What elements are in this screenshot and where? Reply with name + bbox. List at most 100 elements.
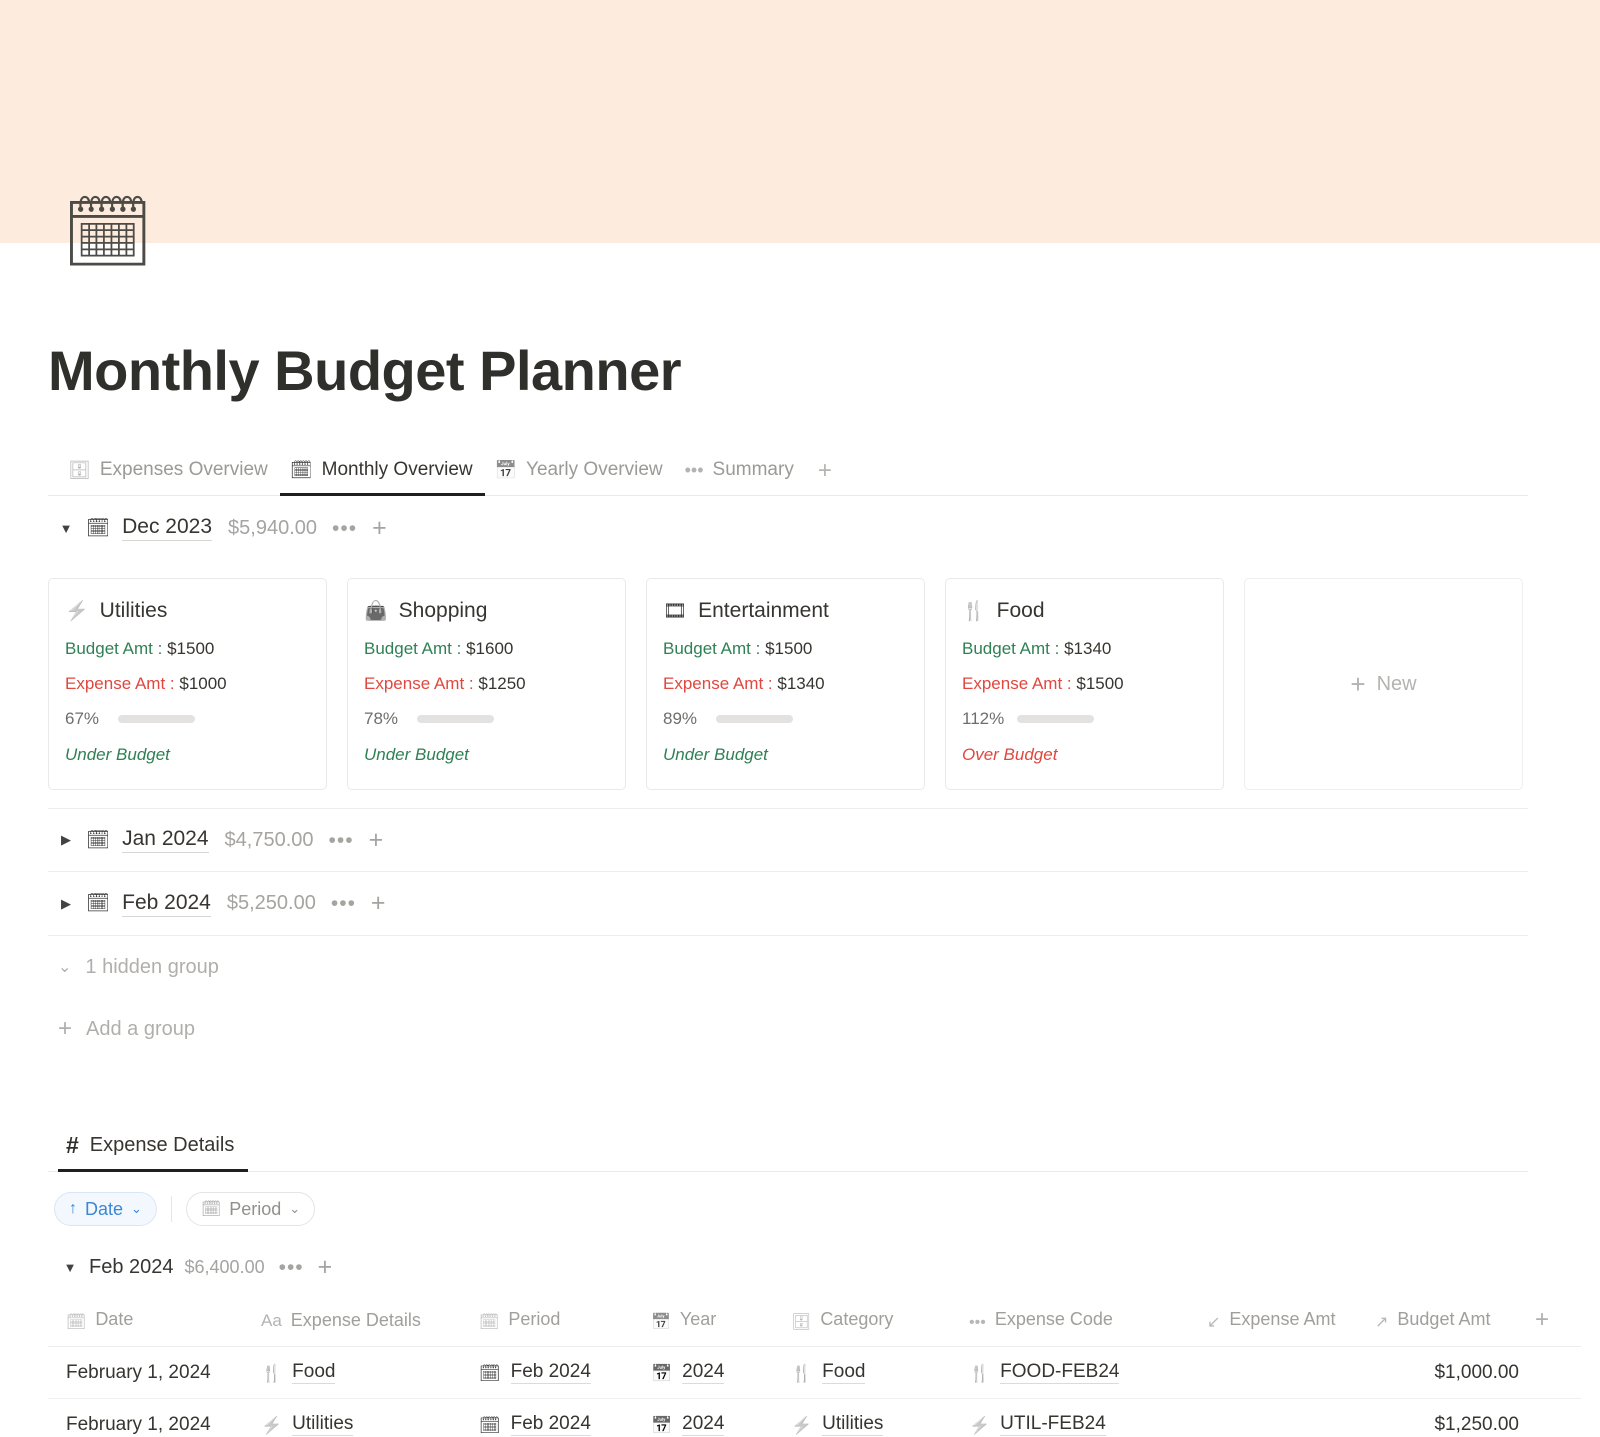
cell-expense-details[interactable]: 🍴 Food (253, 1346, 471, 1400)
view-tabs: 🗄 Expenses Overview 🗓 Monthly Overview 📅… (48, 453, 1528, 497)
film-frames-icon: 🎞 (663, 600, 688, 622)
card-progress: 78% (364, 709, 609, 729)
add-group-button[interactable]: + Add a group (48, 998, 1528, 1060)
tab-expense-details[interactable]: # Expense Details (58, 1128, 249, 1173)
group-name[interactable]: Dec 2023 (122, 515, 213, 542)
tab-summary[interactable]: ••• Summary (675, 453, 806, 496)
column-header-budget-amt[interactable]: ↗ Budget Amt (1367, 1296, 1527, 1348)
group-add-icon[interactable]: + (318, 1254, 333, 1280)
ellipsis-icon: ••• (969, 1313, 986, 1331)
collapse-triangle-icon[interactable]: ▼ (58, 521, 74, 536)
cell-year[interactable]: 📅 2024 (643, 1346, 783, 1400)
column-header-expense-amt[interactable]: ↙ Expense Amt (1199, 1296, 1367, 1348)
cell-year[interactable]: 📅 2024 (643, 1398, 783, 1437)
cell-expense-details[interactable]: ⚡ Utilities (253, 1398, 471, 1437)
expense-label: Expense Amt : (65, 674, 175, 694)
fork-knife-icon: 🍴 (261, 1364, 283, 1384)
column-header-category[interactable]: 🗄 Category (783, 1296, 961, 1348)
group-name[interactable]: Feb 2024 (122, 891, 211, 917)
card-title-label: Food (996, 599, 1045, 623)
chip-group-period[interactable]: 🗓 Period ⌄ (185, 1192, 316, 1227)
page-cover (0, 0, 1600, 243)
board-group-header-jan-2024[interactable]: ▶ 🗓 Jan 2024 $4,750.00 ••• + (48, 808, 1528, 873)
chip-label: Date (85, 1198, 124, 1219)
card-budget-line: Budget Amt : $1340 (962, 639, 1207, 659)
status-badge: Under Budget (663, 745, 768, 765)
cell-period[interactable]: 🗓 Feb 2024 (471, 1346, 643, 1400)
progress-track (118, 715, 195, 724)
calendar-grid-icon: 🗓 (289, 460, 313, 481)
group-more-icon[interactable]: ••• (329, 518, 360, 539)
expense-label: Expense Amt : (962, 674, 1072, 694)
group-add-icon[interactable]: + (372, 515, 387, 541)
budget-value: $1600 (466, 639, 514, 659)
calendar-grid-icon: 🗓 (200, 1201, 222, 1219)
expense-label: Expense Amt : (663, 674, 773, 694)
table-row[interactable]: February 1, 2024 ⚡ Utilities 🗓 Feb 2024 📅 2… (48, 1398, 1581, 1437)
expense-label: Expense Amt : (364, 674, 474, 694)
card-title-label: Utilities (99, 599, 168, 623)
list-rows-icon: 🗄 (791, 1313, 812, 1331)
chip-divider (170, 1196, 172, 1223)
board-group-header-dec-2023[interactable]: ▼ 🗓 Dec 2023 $5,940.00 ••• + (48, 496, 1528, 560)
chip-sort-date[interactable]: ↑ Date ⌄ (54, 1192, 157, 1227)
cell-expense-code[interactable]: ⚡ UTIL-FEB24 (961, 1398, 1199, 1437)
board-group-header-feb-2024[interactable]: ▶ 🗓 Feb 2024 $5,250.00 ••• + (48, 872, 1528, 937)
progress-label: 67% (65, 709, 100, 729)
calendar-outline-icon: 📅 (651, 1416, 673, 1436)
column-header-expense-code[interactable]: ••• Expense Code (961, 1296, 1199, 1348)
cell-category[interactable]: ⚡ Utilities (783, 1398, 961, 1437)
card-expense-line: Expense Amt : $1250 (364, 674, 609, 694)
calendar-grid-icon: 🗓 (86, 829, 111, 851)
group-more-icon[interactable]: ••• (326, 830, 357, 851)
calendar-grid-icon: 🗓 (479, 1364, 501, 1384)
column-header-period[interactable]: 🗓 Period (471, 1296, 643, 1348)
group-more-icon[interactable]: ••• (328, 893, 359, 914)
card-title: 👜 Shopping (364, 599, 609, 623)
collapse-triangle-icon[interactable]: ▼ (62, 1260, 78, 1275)
filter-chips: ↑ Date ⌄ 🗓 Period ⌄ (48, 1192, 1528, 1227)
fork-knife-icon: 🍴 (962, 600, 986, 622)
card-food[interactable]: 🍴 Food Budget Amt : $1340 Expense Amt : … (945, 578, 1224, 791)
cell-expense-code[interactable]: 🍴 FOOD-FEB24 (961, 1346, 1199, 1400)
lightning-bolt-icon: ⚡ (969, 1416, 991, 1436)
add-view-button[interactable]: + (806, 455, 842, 495)
expand-triangle-icon[interactable]: ▶ (58, 896, 74, 912)
card-budget-line: Budget Amt : $1500 (65, 639, 310, 659)
cell-category[interactable]: 🍴 Food (783, 1346, 961, 1400)
calendar-grid-icon: 🗓 (479, 1416, 501, 1436)
column-header-expense-details[interactable]: Aa Expense Details (253, 1296, 471, 1348)
group-sum: $5,250.00 (226, 892, 316, 915)
expand-triangle-icon[interactable]: ▶ (58, 832, 74, 848)
calendar-outline-icon: 📅 (651, 1364, 673, 1384)
group-add-icon[interactable]: + (369, 827, 384, 853)
hidden-group-toggle[interactable]: ⌄ 1 hidden group (48, 936, 1528, 998)
cell-date: February 1, 2024 (48, 1346, 253, 1400)
column-header-year[interactable]: 📅 Year (643, 1296, 783, 1348)
add-column-button[interactable]: + (1527, 1296, 1581, 1348)
lightning-bolt-icon: ⚡ (65, 600, 89, 622)
table-group-header-feb-2024[interactable]: ▼ Feb 2024 $6,400.00 ••• + (48, 1238, 1528, 1296)
table-header-row: 🗓 Date Aa Expense Details 🗓 Period 📅 Year 🗄 C… (48, 1296, 1581, 1348)
new-card-label: New (1376, 672, 1417, 695)
card-progress: 89% (663, 709, 908, 729)
tab-yearly-overview[interactable]: 📅 Yearly Overview (485, 453, 675, 496)
cell-period[interactable]: 🗓 Feb 2024 (471, 1398, 643, 1437)
cell-spacer (1527, 1346, 1581, 1400)
calendar-grid-icon: 🗓 (86, 517, 111, 539)
group-sum: $4,750.00 (224, 828, 314, 851)
cell-date: February 1, 2024 (48, 1398, 253, 1437)
card-utilities[interactable]: ⚡ Utilities Budget Amt : $1500 Expense A… (48, 578, 327, 791)
progress-label: 112% (962, 709, 1005, 729)
new-card-button[interactable]: + New (1244, 578, 1523, 791)
column-header-date[interactable]: 🗓 Date (48, 1296, 253, 1348)
group-add-icon[interactable]: + (371, 891, 386, 916)
group-name[interactable]: Jan 2024 (122, 827, 209, 854)
tab-monthly-overview[interactable]: 🗓 Monthly Overview (279, 453, 485, 497)
group-more-icon[interactable]: ••• (276, 1257, 307, 1278)
card-entertainment[interactable]: 🎞 Entertainment Budget Amt : $1500 Expen… (646, 578, 925, 791)
card-shopping[interactable]: 👜 Shopping Budget Amt : $1600 Expense Am… (347, 578, 626, 791)
cell-spacer (1527, 1398, 1581, 1437)
table-row[interactable]: February 1, 2024 🍴 Food 🗓 Feb 2024 📅 2024 🍴… (48, 1346, 1581, 1400)
tab-expenses-overview[interactable]: 🗄 Expenses Overview (58, 453, 280, 496)
